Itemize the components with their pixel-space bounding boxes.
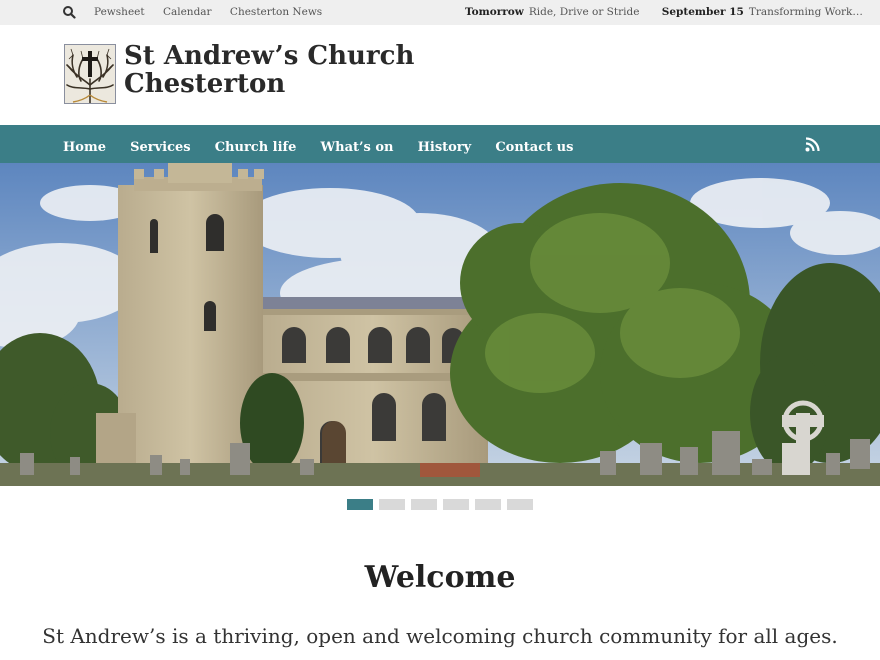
welcome-heading: Welcome [364, 560, 516, 595]
slide-dot[interactable] [347, 499, 373, 510]
logo-image [65, 45, 115, 103]
chesterton-news-link[interactable]: Chesterton News [230, 6, 322, 18]
nav-item-church-life[interactable]: Church life [215, 140, 297, 155]
event-date: Tomorrow [465, 6, 524, 18]
welcome-text: St Andrew’s is a thriving, open and welc… [42, 624, 838, 648]
slide-dot[interactable] [379, 499, 405, 510]
nav-item-services[interactable]: Services [130, 140, 191, 155]
event-title: Ride, Drive or Stride [528, 6, 640, 18]
event-title: Transforming Work… [748, 6, 863, 18]
nav-item-contact-us[interactable]: Contact us [495, 140, 573, 155]
slide-dot[interactable] [443, 499, 469, 510]
site-title[interactable]: St Andrew’s Church Chesterton [124, 42, 414, 98]
search-icon[interactable] [62, 5, 76, 19]
slider-pagination [347, 495, 539, 514]
site-title-line2: Chesterton [124, 69, 286, 99]
nav-item-home[interactable]: Home [63, 140, 106, 155]
rss-icon[interactable] [805, 137, 820, 152]
slide-dot[interactable] [507, 499, 533, 510]
nav-item-history[interactable]: History [418, 140, 472, 155]
calendar-link[interactable]: Calendar [163, 6, 212, 18]
nav-item-whats-on[interactable]: What’s on [321, 140, 394, 155]
pewsheet-link[interactable]: Pewsheet [94, 6, 145, 18]
event-date: September 15 [661, 6, 744, 18]
top-links: Pewsheet Calendar Chesterton News [94, 6, 337, 18]
event-item[interactable]: September 15 Transforming Work… [662, 6, 863, 18]
main-navigation: Home Services Church life What’s on Hist… [0, 125, 880, 163]
upcoming-events: Tomorrow Ride, Drive or Stride September … [465, 6, 863, 18]
site-title-line1: St Andrew’s Church [124, 41, 415, 71]
top-utility-bar: Pewsheet Calendar Chesterton News Tomorr… [0, 0, 880, 25]
event-item[interactable]: Tomorrow Ride, Drive or Stride [465, 6, 643, 18]
nav-items: Home Services Church life What’s on Hist… [63, 136, 592, 155]
church-photo [0, 163, 880, 486]
slide-dot[interactable] [411, 499, 437, 510]
site-header: St Andrew’s Church Chesterton [0, 25, 880, 125]
hero-slider-image[interactable] [0, 163, 880, 486]
church-logo[interactable] [64, 44, 116, 104]
slide-dot[interactable] [475, 499, 501, 510]
